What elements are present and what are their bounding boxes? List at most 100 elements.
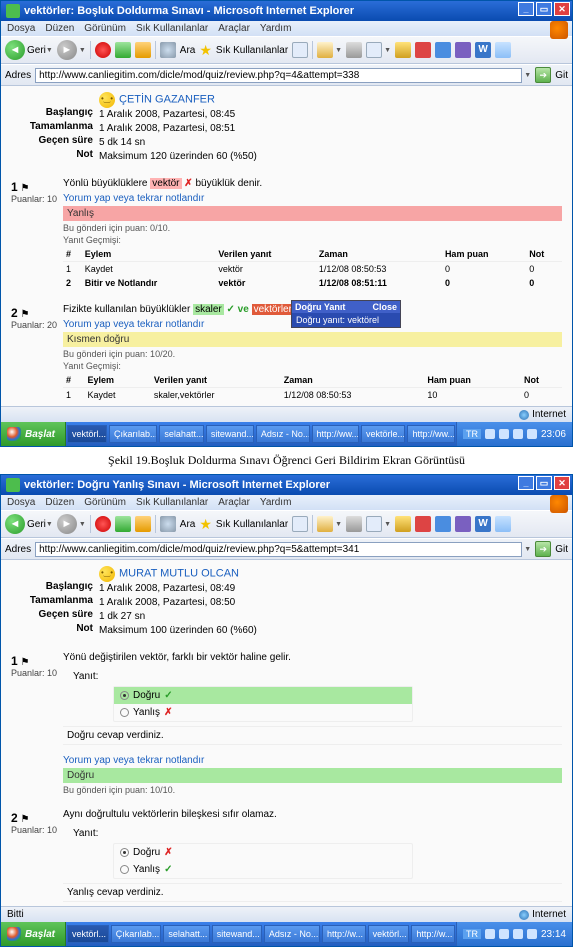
close-button[interactable]: ✕: [554, 2, 570, 16]
tray-icon[interactable]: [527, 929, 537, 939]
tool-red-icon[interactable]: [415, 516, 431, 532]
menu-help[interactable]: Yardım: [260, 497, 292, 508]
address-input[interactable]: [35, 68, 522, 83]
mail-icon[interactable]: [317, 516, 333, 532]
tool-red-icon[interactable]: [415, 42, 431, 58]
edit-icon[interactable]: [366, 42, 382, 58]
links-icon[interactable]: [495, 516, 511, 532]
search-label[interactable]: Ara: [180, 519, 196, 530]
forward-button[interactable]: ►: [57, 514, 77, 534]
taskbar-item[interactable]: Adsız - No...: [264, 925, 320, 943]
refresh-icon[interactable]: [115, 42, 131, 58]
taskbar-item[interactable]: selahatt...: [163, 925, 209, 943]
taskbar-item[interactable]: sitewand...: [212, 925, 262, 943]
option-true[interactable]: Doğru ✗: [114, 844, 412, 861]
favorites-star-icon[interactable]: ★: [199, 516, 212, 533]
go-button[interactable]: ➔: [535, 67, 551, 83]
menubar[interactable]: Dosya Düzen Görünüm Sık Kullanılanlar Ar…: [1, 495, 572, 510]
tray-icon[interactable]: [527, 429, 537, 439]
chevron-down-icon[interactable]: ▼: [46, 47, 53, 54]
taskbar-item[interactable]: http://ww...: [407, 425, 455, 443]
system-tray[interactable]: TR 23:14: [456, 922, 572, 946]
history-icon[interactable]: [292, 516, 308, 532]
address-dropdown-icon[interactable]: ▼: [524, 72, 531, 79]
tray-icon[interactable]: [499, 429, 509, 439]
regrade-link[interactable]: Yorum yap veya tekrar notlandır: [63, 193, 562, 204]
taskbar-item[interactable]: vektörl...: [67, 425, 107, 443]
student-name[interactable]: ÇETİN GAZANFER: [119, 94, 215, 106]
refresh-icon[interactable]: [115, 516, 131, 532]
student-name[interactable]: MURAT MUTLU OLCAN: [119, 568, 239, 580]
menubar[interactable]: Dosya Düzen Görünüm Sık Kullanılanlar Ar…: [1, 21, 572, 36]
language-indicator[interactable]: TR: [463, 429, 481, 439]
permalink-icon[interactable]: ⚑: [20, 183, 29, 194]
maximize-button[interactable]: ▭: [536, 476, 552, 490]
minimize-button[interactable]: _: [518, 476, 534, 490]
menu-edit[interactable]: Düzen: [45, 23, 74, 34]
menu-help[interactable]: Yardım: [260, 23, 292, 34]
permalink-icon[interactable]: ⚑: [20, 657, 29, 668]
option-false[interactable]: Yanlış ✓: [114, 861, 412, 878]
chevron-down-icon[interactable]: ▼: [79, 521, 86, 528]
search-icon[interactable]: [160, 516, 176, 532]
print-icon[interactable]: [346, 516, 362, 532]
tray-icon[interactable]: [513, 929, 523, 939]
tooltip-close[interactable]: Close: [372, 302, 397, 312]
tool-purple-icon[interactable]: [455, 42, 471, 58]
chevron-down-icon[interactable]: ▼: [384, 521, 391, 528]
start-button[interactable]: Başlat: [1, 422, 66, 446]
chevron-down-icon[interactable]: ▼: [46, 521, 53, 528]
edit-icon[interactable]: [366, 516, 382, 532]
tray-icon[interactable]: [485, 429, 495, 439]
radio-icon[interactable]: [120, 848, 129, 857]
close-button[interactable]: ✕: [554, 476, 570, 490]
history-icon[interactable]: [292, 42, 308, 58]
discuss-icon[interactable]: [395, 516, 411, 532]
tray-icon[interactable]: [485, 929, 495, 939]
back-button[interactable]: ◄ Geri ▼: [5, 40, 53, 60]
home-icon[interactable]: [135, 516, 151, 532]
regrade-link[interactable]: Yorum yap veya tekrar notlandır: [63, 755, 562, 766]
menu-file[interactable]: Dosya: [7, 497, 35, 508]
mail-icon[interactable]: [317, 42, 333, 58]
start-button[interactable]: Başlat: [1, 922, 66, 946]
titlebar[interactable]: vektörler: Boşluk Doldurma Sınavı - Micr…: [1, 1, 572, 21]
address-input[interactable]: [35, 542, 522, 557]
menu-favorites[interactable]: Sık Kullanılanlar: [136, 23, 208, 34]
taskbar-item[interactable]: sitewand...: [206, 425, 254, 443]
address-dropdown-icon[interactable]: ▼: [524, 546, 531, 553]
chevron-down-icon[interactable]: ▼: [335, 521, 342, 528]
taskbar-item[interactable]: selahatt...: [159, 425, 203, 443]
tool-purple-icon[interactable]: [455, 516, 471, 532]
taskbar-item[interactable]: http://ww...: [312, 425, 360, 443]
taskbar-item[interactable]: Çıkarılab...: [109, 425, 157, 443]
tray-icon[interactable]: [513, 429, 523, 439]
word-icon[interactable]: W: [475, 516, 491, 532]
chevron-down-icon[interactable]: ▼: [384, 47, 391, 54]
permalink-icon[interactable]: ⚑: [20, 814, 29, 825]
menu-tools[interactable]: Araçlar: [218, 497, 250, 508]
taskbar-item[interactable]: Adsız - No...: [256, 425, 310, 443]
permalink-icon[interactable]: ⚑: [20, 309, 29, 320]
back-button[interactable]: ◄ Geri ▼: [5, 514, 53, 534]
menu-file[interactable]: Dosya: [7, 23, 35, 34]
language-indicator[interactable]: TR: [463, 929, 481, 939]
taskbar-item[interactable]: vektörle...: [361, 425, 405, 443]
taskbar-item[interactable]: http://w...: [411, 925, 455, 943]
tray-icon[interactable]: [499, 929, 509, 939]
favorites-label[interactable]: Sık Kullanılanlar: [216, 519, 288, 530]
taskbar-item[interactable]: vektörl...: [67, 925, 109, 943]
option-true[interactable]: Doğru ✓: [114, 687, 412, 704]
chevron-down-icon[interactable]: ▼: [335, 47, 342, 54]
menu-edit[interactable]: Düzen: [45, 497, 74, 508]
taskbar-item[interactable]: http://w...: [322, 925, 366, 943]
radio-icon[interactable]: [120, 708, 129, 717]
taskbar-item[interactable]: vektörl...: [368, 925, 410, 943]
home-icon[interactable]: [135, 42, 151, 58]
links-icon[interactable]: [495, 42, 511, 58]
go-button[interactable]: ➔: [535, 541, 551, 557]
taskbar[interactable]: Başlat vektörl... Çıkarılab... selahatt.…: [1, 422, 572, 446]
tool-blue-icon[interactable]: [435, 516, 451, 532]
discuss-icon[interactable]: [395, 42, 411, 58]
word-icon[interactable]: W: [475, 42, 491, 58]
